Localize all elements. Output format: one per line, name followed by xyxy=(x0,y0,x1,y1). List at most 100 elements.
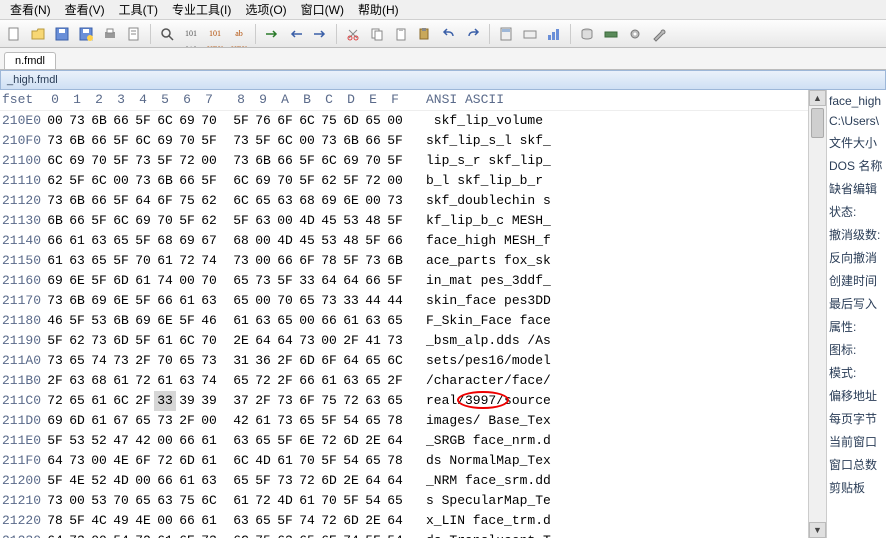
hex-byte[interactable]: 78 xyxy=(384,411,406,431)
hex-byte[interactable]: 63 xyxy=(340,371,362,391)
hex-bytes[interactable]: 736574732F70657331362F6D6F64656C xyxy=(44,351,406,371)
hex-byte[interactable]: 2F xyxy=(274,351,296,371)
menu-item[interactable]: 查看(N) xyxy=(4,1,57,18)
hex-byte[interactable]: 63 xyxy=(362,391,384,411)
hex-bytes[interactable]: 465F536B696E5F466163650066616365 xyxy=(44,311,406,331)
hex-byte[interactable]: 65 xyxy=(384,311,406,331)
hex-byte[interactable]: 65 xyxy=(230,271,252,291)
hex-byte[interactable]: 5F xyxy=(318,411,340,431)
hex-byte[interactable]: 72 xyxy=(154,451,176,471)
hex-byte[interactable]: 75 xyxy=(176,491,198,511)
hex-byte[interactable]: 61 xyxy=(340,311,362,331)
hex-byte[interactable]: 6F xyxy=(318,351,340,371)
hex-byte[interactable]: 6C xyxy=(230,531,252,538)
redo-icon[interactable] xyxy=(463,24,483,44)
hex-byte[interactable]: 5F xyxy=(44,431,66,451)
hex-row[interactable]: 21170736B696E5F6661636500706573334444ski… xyxy=(0,291,808,311)
hex-byte[interactable]: 69 xyxy=(66,151,88,171)
hex-byte[interactable]: 5F xyxy=(198,171,220,191)
hex-byte[interactable]: 53 xyxy=(88,311,110,331)
hex-byte[interactable]: 53 xyxy=(88,491,110,511)
hex-byte[interactable]: 00 xyxy=(274,211,296,231)
hex-byte[interactable]: 6E xyxy=(340,191,362,211)
hex-byte[interactable]: 00 xyxy=(88,531,110,538)
hex-byte[interactable]: 66 xyxy=(176,511,198,531)
hex-byte[interactable]: 00 xyxy=(44,111,66,131)
keyboard-icon[interactable] xyxy=(520,24,540,44)
hex-byte[interactable]: 00 xyxy=(154,431,176,451)
menu-item[interactable]: 帮助(H) xyxy=(352,1,405,18)
hex-byte[interactable]: 69 xyxy=(318,191,340,211)
hex-byte[interactable]: 73 xyxy=(132,171,154,191)
hex-byte[interactable]: 46 xyxy=(44,311,66,331)
hex-byte[interactable]: 42 xyxy=(132,431,154,451)
hex-bytes[interactable]: 736B696E5F6661636500706573334444 xyxy=(44,291,406,311)
hex-byte[interactable]: 44 xyxy=(384,291,406,311)
hex-byte[interactable]: 61 xyxy=(154,251,176,271)
hex-byte[interactable]: 6B xyxy=(66,291,88,311)
hex-byte[interactable]: 6B xyxy=(384,251,406,271)
hex-row[interactable]: 21110625F6C00736B665F6C69705F625F7200b_l… xyxy=(0,171,808,191)
ascii-cell[interactable]: F_Skin_Face face xyxy=(406,311,551,331)
hex-byte[interactable]: 70 xyxy=(274,291,296,311)
hex-row[interactable]: 211C07265616C2F333939372F736F75726365rea… xyxy=(0,391,808,411)
hex-byte[interactable]: 63 xyxy=(66,371,88,391)
hex-byte[interactable]: 2F xyxy=(340,331,362,351)
hex-byte[interactable]: 4C xyxy=(88,511,110,531)
hex-byte[interactable]: 61 xyxy=(230,491,252,511)
hex-byte[interactable]: 72 xyxy=(296,471,318,491)
hex-byte[interactable]: 6D xyxy=(110,271,132,291)
hex-row[interactable]: 211006C69705F735F7200736B665F6C69705Flip… xyxy=(0,151,808,171)
hex-byte[interactable]: 63 xyxy=(176,371,198,391)
hex-byte[interactable]: 68 xyxy=(296,191,318,211)
hex-byte[interactable]: 66 xyxy=(318,311,340,331)
hex-byte[interactable]: 5F xyxy=(154,151,176,171)
hex-byte[interactable]: 64 xyxy=(384,511,406,531)
hex-byte[interactable]: 6C xyxy=(110,391,132,411)
hex-bytes[interactable]: 625F6C00736B665F6C69705F625F7200 xyxy=(44,171,406,191)
hex-byte[interactable]: 70 xyxy=(362,151,384,171)
hex-byte[interactable]: 73 xyxy=(198,531,220,538)
hex-bytes[interactable]: 785F4C494E00666163655F74726D2E64 xyxy=(44,511,406,531)
hex-byte[interactable]: 39 xyxy=(198,391,220,411)
hex-byte[interactable]: 65 xyxy=(176,351,198,371)
hex-byte[interactable]: 70 xyxy=(110,491,132,511)
hex-byte[interactable]: 63 xyxy=(88,231,110,251)
hex-byte[interactable]: 4E xyxy=(132,511,154,531)
scroll-down-icon[interactable]: ▼ xyxy=(809,522,826,538)
hex-byte[interactable]: 65 xyxy=(132,491,154,511)
hex-byte[interactable]: 66 xyxy=(66,211,88,231)
hex-byte[interactable]: 65 xyxy=(362,111,384,131)
ascii-cell[interactable]: s SpecularMap_Te xyxy=(406,491,551,511)
hex-byte[interactable]: 69 xyxy=(154,131,176,151)
hex-byte[interactable]: 73 xyxy=(88,331,110,351)
save-icon[interactable] xyxy=(52,24,72,44)
tools-icon[interactable] xyxy=(649,24,669,44)
hex-byte[interactable]: 4D xyxy=(274,231,296,251)
replace-icon[interactable]: abHEX xyxy=(229,24,249,44)
hex-row[interactable]: 21140666163655F68696768004D4553485F66fac… xyxy=(0,231,808,251)
hex-byte[interactable]: 74 xyxy=(340,531,362,538)
hex-byte[interactable]: 6C xyxy=(274,131,296,151)
hex-bytes[interactable]: 736B665F6C69705F735F6C00736B665F xyxy=(44,131,406,151)
hex-byte[interactable]: 00 xyxy=(198,151,220,171)
hex-byte[interactable]: 54 xyxy=(362,491,384,511)
hex-byte[interactable]: 63 xyxy=(198,291,220,311)
hex-byte[interactable]: 63 xyxy=(198,471,220,491)
calculator-icon[interactable] xyxy=(496,24,516,44)
hex-byte[interactable]: 74 xyxy=(154,271,176,291)
hex-byte[interactable]: 2F xyxy=(176,411,198,431)
hex-row[interactable]: 212306473005472616E736C7563656E745F54ds … xyxy=(0,531,808,538)
hex-byte[interactable]: 5F xyxy=(88,211,110,231)
hex-byte[interactable]: 73 xyxy=(296,331,318,351)
hex-byte[interactable]: 4E xyxy=(110,451,132,471)
hex-byte[interactable]: 65 xyxy=(88,251,110,271)
hex-byte[interactable]: 5F xyxy=(340,171,362,191)
hex-byte[interactable]: 2F xyxy=(132,351,154,371)
hex-byte[interactable]: 00 xyxy=(66,491,88,511)
hex-byte[interactable]: 6D xyxy=(340,511,362,531)
hex-byte[interactable]: 74 xyxy=(198,251,220,271)
hex-byte[interactable]: 65 xyxy=(66,351,88,371)
hex-byte[interactable]: 5F xyxy=(384,131,406,151)
hex-byte[interactable]: 73 xyxy=(198,351,220,371)
